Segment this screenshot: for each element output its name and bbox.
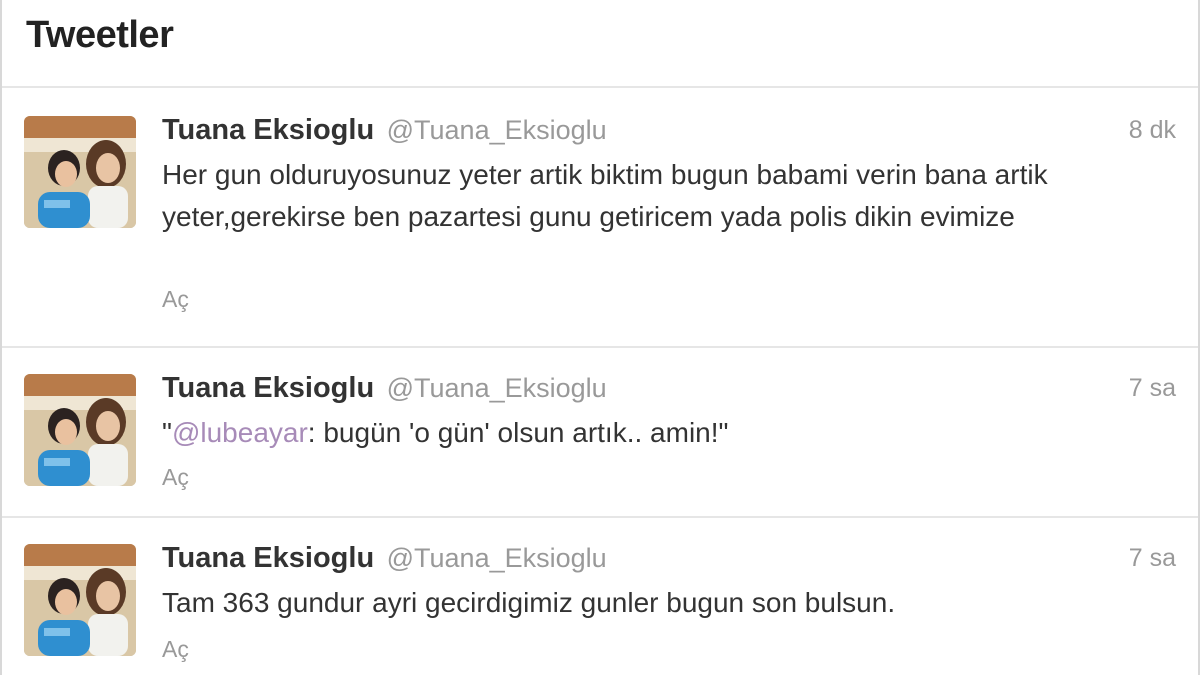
- profile-photo-icon: [24, 374, 136, 486]
- tweet-header: Tuana Eksioglu @Tuana_Eksioglu 7 sa: [162, 542, 1176, 578]
- tweet-text: Her gun olduruyosunuz yeter artik biktim…: [162, 159, 1048, 232]
- tweet-header: Tuana Eksioglu @Tuana_Eksioglu 8 dk: [162, 114, 1176, 150]
- tweet-item[interactable]: Tuana Eksioglu @Tuana_Eksioglu 7 sa "@lu…: [2, 348, 1198, 518]
- expand-link[interactable]: Aç: [162, 464, 189, 491]
- tweet-timestamp[interactable]: 7 sa: [1129, 374, 1176, 403]
- tweet-item[interactable]: Tuana Eksioglu @Tuana_Eksioglu 8 dk Her …: [2, 96, 1198, 348]
- tweet-timeline: Tweetler Tuana Eksioglu @Tuana_Eksioglu …: [0, 0, 1200, 675]
- profile-photo-icon: [24, 544, 136, 656]
- tweet-timestamp[interactable]: 7 sa: [1129, 544, 1176, 573]
- tweet-text-body: : bugün 'o gün' olsun artık.. amin!": [307, 417, 729, 448]
- timeline-header: Tweetler: [2, 0, 1198, 88]
- avatar[interactable]: [24, 116, 136, 228]
- avatar[interactable]: [24, 544, 136, 656]
- author-name[interactable]: Tuana Eksioglu: [162, 114, 374, 146]
- tweet-text: "@lubeayar: bugün 'o gün' olsun artık.. …: [162, 412, 1138, 454]
- page-title: Tweetler: [26, 14, 174, 56]
- author-username[interactable]: @Tuana_Eksioglu: [387, 543, 607, 573]
- tweet-header: Tuana Eksioglu @Tuana_Eksioglu 7 sa: [162, 372, 1176, 408]
- expand-link[interactable]: Aç: [162, 636, 189, 663]
- avatar[interactable]: [24, 374, 136, 486]
- author-username[interactable]: @Tuana_Eksioglu: [387, 115, 607, 145]
- quote-open: ": [162, 417, 172, 448]
- tweet-timestamp[interactable]: 8 dk: [1129, 116, 1176, 145]
- expand-link[interactable]: Aç: [162, 286, 189, 313]
- author-username[interactable]: @Tuana_Eksioglu: [387, 373, 607, 403]
- tweet-text: Tam 363 gundur ayri gecirdigimiz gunler …: [162, 587, 896, 618]
- profile-photo-icon: [24, 116, 136, 228]
- mention-link[interactable]: @lubeayar: [172, 417, 308, 448]
- author-name[interactable]: Tuana Eksioglu: [162, 372, 374, 404]
- tweet-item[interactable]: Tuana Eksioglu @Tuana_Eksioglu 7 sa Tam …: [2, 518, 1198, 675]
- author-name[interactable]: Tuana Eksioglu: [162, 542, 374, 574]
